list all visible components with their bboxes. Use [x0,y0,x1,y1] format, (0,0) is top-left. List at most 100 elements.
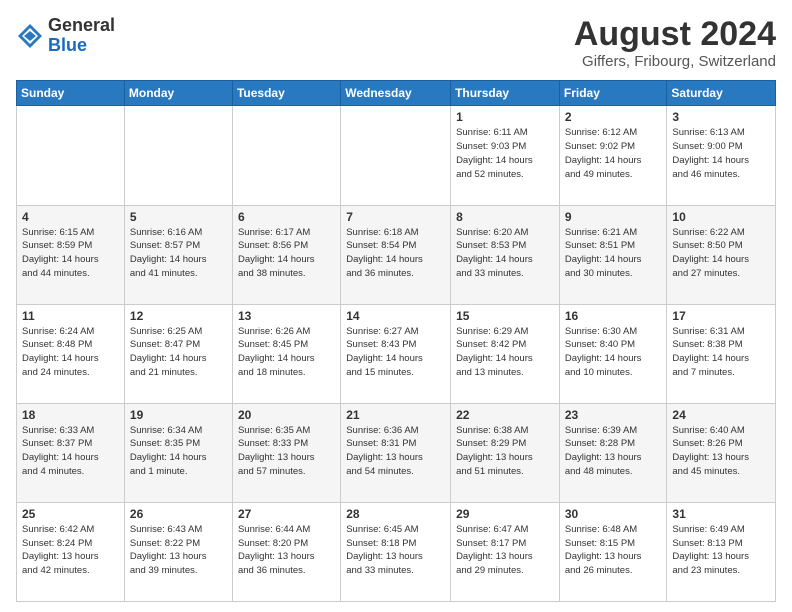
day-number: 19 [130,408,227,422]
cell-w5-d2: 26Sunrise: 6:43 AM Sunset: 8:22 PM Dayli… [124,502,232,601]
day-number: 15 [456,309,554,323]
cell-w3-d4: 14 Sunrise: 6:27 AM Sunset: 8:43 PM Dayli… [341,304,451,403]
page: General Blue August 2024 Giffers, Fribou… [0,0,792,612]
day-number: 27 [238,507,335,521]
day-info: Sunrise: 6:47 AM Sunset: 8:17 PM Dayligh… [456,523,554,578]
day-info: Sunrise: 6:12 AM Sunset: 9:02 PM Dayligh… [565,126,662,181]
day-info: Sunrise: 6:22 AM Sunset: 8:50 PM Dayligh… [672,226,770,281]
cell-w1-d4 [341,106,451,205]
day-info: Sunrise: 6:17 AM Sunset: 8:56 PM Dayligh… [238,226,335,281]
day-number: 28 [346,507,445,521]
cell-w1-d3 [232,106,340,205]
calendar-table: Sunday Monday Tuesday Wednesday Thursday… [16,80,776,602]
week-row-4: 18Sunrise: 6:33 AM Sunset: 8:37 PM Dayli… [17,403,776,502]
day-number: 22 [456,408,554,422]
logo: General Blue [16,16,115,56]
cell-w3-d2: 12 Sunrise: 6:25 AM Sunset: 8:47 PM Dayli… [124,304,232,403]
day-info: Sunrise: 6:18 AM Sunset: 8:54 PM Dayligh… [346,226,445,281]
day-info: Sunrise: 6:16 AM Sunset: 8:57 PM Dayligh… [130,226,227,281]
cell-w5-d6: 30 Sunrise: 6:48 AM Sunset: 8:15 PM Dayli… [559,502,667,601]
cell-w4-d2: 19 Sunrise: 6:34 AM Sunset: 8:35 PM Dayli… [124,403,232,502]
day-info: Sunrise: 6:21 AM Sunset: 8:51 PM Dayligh… [565,226,662,281]
day-number: 3 [672,110,770,124]
cell-w1-d1 [17,106,125,205]
day-number: 6 [238,210,335,224]
day-info: Sunrise: 6:29 AM Sunset: 8:42 PM Dayligh… [456,325,554,380]
logo-general-text: General [48,16,115,36]
cell-w2-d6: 9 Sunrise: 6:21 AM Sunset: 8:51 PM Daylig… [559,205,667,304]
day-info: Sunrise: 6:33 AM Sunset: 8:37 PM Dayligh… [22,424,119,479]
day-number: 17 [672,309,770,323]
week-row-3: 11Sunrise: 6:24 AM Sunset: 8:48 PM Dayli… [17,304,776,403]
day-info: Sunrise: 6:24 AM Sunset: 8:48 PM Dayligh… [22,325,119,380]
day-number: 23 [565,408,662,422]
col-sunday: Sunday [17,81,125,106]
cell-w4-d7: 24Sunrise: 6:40 AM Sunset: 8:26 PM Dayli… [667,403,776,502]
day-number: 21 [346,408,445,422]
cell-w3-d3: 13 Sunrise: 6:26 AM Sunset: 8:45 PM Dayli… [232,304,340,403]
col-wednesday: Wednesday [341,81,451,106]
day-info: Sunrise: 6:38 AM Sunset: 8:29 PM Dayligh… [456,424,554,479]
day-info: Sunrise: 6:42 AM Sunset: 8:24 PM Dayligh… [22,523,119,578]
day-info: Sunrise: 6:20 AM Sunset: 8:53 PM Dayligh… [456,226,554,281]
day-info: Sunrise: 6:49 AM Sunset: 8:13 PM Dayligh… [672,523,770,578]
day-info: Sunrise: 6:15 AM Sunset: 8:59 PM Dayligh… [22,226,119,281]
cell-w4-d6: 23Sunrise: 6:39 AM Sunset: 8:28 PM Dayli… [559,403,667,502]
day-info: Sunrise: 6:35 AM Sunset: 8:33 PM Dayligh… [238,424,335,479]
col-monday: Monday [124,81,232,106]
cell-w3-d7: 17 Sunrise: 6:31 AM Sunset: 8:38 PM Dayli… [667,304,776,403]
week-row-1: 1Sunrise: 6:11 AM Sunset: 9:03 PM Daylig… [17,106,776,205]
day-number: 30 [565,507,662,521]
title-block: August 2024 Giffers, Fribourg, Switzerla… [574,16,776,70]
day-number: 26 [130,507,227,521]
day-info: Sunrise: 6:34 AM Sunset: 8:35 PM Dayligh… [130,424,227,479]
header: General Blue August 2024 Giffers, Fribou… [16,16,776,70]
day-info: Sunrise: 6:25 AM Sunset: 8:47 PM Dayligh… [130,325,227,380]
cell-w2-d5: 8 Sunrise: 6:20 AM Sunset: 8:53 PM Daylig… [451,205,560,304]
day-number: 16 [565,309,662,323]
day-info: Sunrise: 6:13 AM Sunset: 9:00 PM Dayligh… [672,126,770,181]
logo-blue-text: Blue [48,36,115,56]
cell-w1-d6: 2 Sunrise: 6:12 AM Sunset: 9:02 PM Daylig… [559,106,667,205]
cell-w3-d1: 11Sunrise: 6:24 AM Sunset: 8:48 PM Dayli… [17,304,125,403]
day-number: 29 [456,507,554,521]
day-number: 4 [22,210,119,224]
day-number: 12 [130,309,227,323]
cell-w2-d1: 4 Sunrise: 6:15 AM Sunset: 8:59 PM Daylig… [17,205,125,304]
day-info: Sunrise: 6:45 AM Sunset: 8:18 PM Dayligh… [346,523,445,578]
calendar-header: Sunday Monday Tuesday Wednesday Thursday… [17,81,776,106]
cell-w4-d3: 20Sunrise: 6:35 AM Sunset: 8:33 PM Dayli… [232,403,340,502]
day-info: Sunrise: 6:26 AM Sunset: 8:45 PM Dayligh… [238,325,335,380]
day-number: 13 [238,309,335,323]
day-info: Sunrise: 6:48 AM Sunset: 8:15 PM Dayligh… [565,523,662,578]
day-number: 2 [565,110,662,124]
cell-w1-d5: 1Sunrise: 6:11 AM Sunset: 9:03 PM Daylig… [451,106,560,205]
cell-w5-d7: 31 Sunrise: 6:49 AM Sunset: 8:13 PM Dayli… [667,502,776,601]
cell-w1-d2 [124,106,232,205]
week-row-2: 4 Sunrise: 6:15 AM Sunset: 8:59 PM Daylig… [17,205,776,304]
day-info: Sunrise: 6:44 AM Sunset: 8:20 PM Dayligh… [238,523,335,578]
day-info: Sunrise: 6:30 AM Sunset: 8:40 PM Dayligh… [565,325,662,380]
day-info: Sunrise: 6:31 AM Sunset: 8:38 PM Dayligh… [672,325,770,380]
day-number: 1 [456,110,554,124]
day-info: Sunrise: 6:36 AM Sunset: 8:31 PM Dayligh… [346,424,445,479]
header-row: Sunday Monday Tuesday Wednesday Thursday… [17,81,776,106]
cell-w2-d4: 7Sunrise: 6:18 AM Sunset: 8:54 PM Daylig… [341,205,451,304]
day-number: 14 [346,309,445,323]
cell-w3-d5: 15 Sunrise: 6:29 AM Sunset: 8:42 PM Dayli… [451,304,560,403]
day-number: 10 [672,210,770,224]
day-number: 9 [565,210,662,224]
logo-icon [16,22,44,50]
cell-w2-d3: 6 Sunrise: 6:17 AM Sunset: 8:56 PM Daylig… [232,205,340,304]
day-number: 31 [672,507,770,521]
location: Giffers, Fribourg, Switzerland [574,53,776,70]
month-title: August 2024 [574,16,776,53]
cell-w5-d4: 28 Sunrise: 6:45 AM Sunset: 8:18 PM Dayli… [341,502,451,601]
day-number: 25 [22,507,119,521]
day-number: 8 [456,210,554,224]
logo-text: General Blue [48,16,115,56]
cell-w1-d7: 3 Sunrise: 6:13 AM Sunset: 9:00 PM Daylig… [667,106,776,205]
day-info: Sunrise: 6:27 AM Sunset: 8:43 PM Dayligh… [346,325,445,380]
col-friday: Friday [559,81,667,106]
week-row-5: 25 Sunrise: 6:42 AM Sunset: 8:24 PM Dayli… [17,502,776,601]
